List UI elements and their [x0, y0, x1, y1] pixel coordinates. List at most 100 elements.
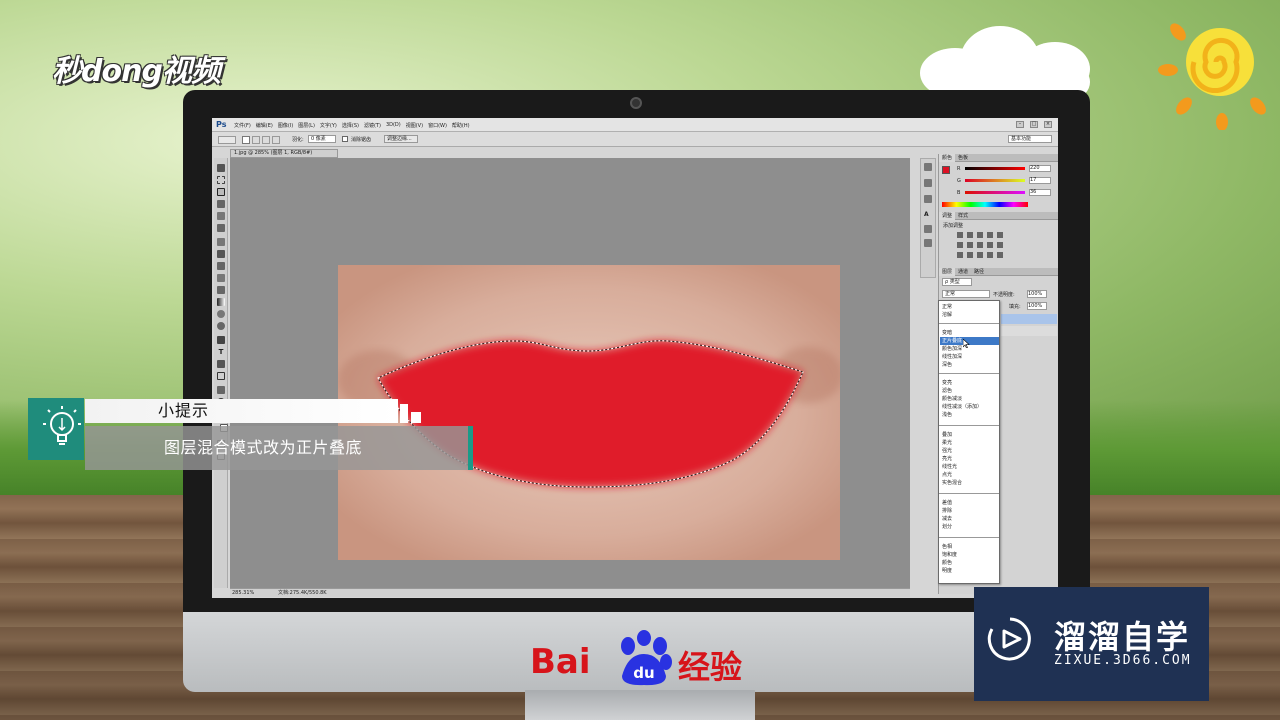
crop-tool-icon[interactable]	[217, 212, 225, 220]
blend-normal[interactable]: 正常	[940, 303, 999, 311]
tab-adjustments[interactable]: 调整	[939, 212, 956, 220]
g-slider[interactable]	[965, 179, 1025, 182]
blend-linear-dodge[interactable]: 线性减淡（添加）	[940, 403, 999, 411]
blend-exclusion[interactable]: 排除	[940, 507, 999, 515]
add-selection-icon[interactable]	[252, 136, 260, 144]
canvas-area[interactable]	[230, 158, 910, 588]
zoom-readout[interactable]: 285.31%	[232, 589, 254, 597]
eraser-tool-icon[interactable]	[217, 286, 225, 294]
tab-layers[interactable]: 图层	[939, 268, 956, 276]
photo-filter-icon[interactable]	[987, 242, 993, 248]
channel-mixer-icon[interactable]	[997, 242, 1003, 248]
color-spectrum-ramp[interactable]	[942, 202, 1028, 207]
blend-soft-light[interactable]: 柔光	[940, 439, 999, 447]
clone-stamp-tool-icon[interactable]	[217, 262, 225, 270]
blend-saturation[interactable]: 饱和度	[940, 551, 999, 559]
path-selection-tool-icon[interactable]	[217, 360, 225, 368]
history-panel-icon[interactable]	[924, 163, 932, 171]
opacity-input[interactable]: 100%	[1027, 290, 1047, 298]
blend-screen[interactable]: 滤色	[940, 387, 999, 395]
exposure-icon[interactable]	[987, 232, 993, 238]
invert-icon[interactable]	[957, 252, 963, 258]
selective-color-icon[interactable]	[997, 252, 1003, 258]
menu-view[interactable]: 视图(V)	[406, 122, 423, 129]
blend-luminosity[interactable]: 明度	[940, 567, 999, 575]
intersect-selection-icon[interactable]	[272, 136, 280, 144]
blend-pin-light[interactable]: 点光	[940, 471, 999, 479]
tool-presets-icon[interactable]	[924, 239, 932, 247]
workspace-select[interactable]: 基本功能	[1008, 135, 1052, 143]
move-tool-icon[interactable]	[217, 164, 225, 172]
menu-3d[interactable]: 3D(D)	[386, 122, 401, 129]
tab-styles[interactable]: 样式	[955, 212, 971, 220]
antialias-checkbox[interactable]	[342, 136, 348, 142]
posterize-icon[interactable]	[967, 252, 973, 258]
blend-lighten[interactable]: 变亮	[940, 379, 999, 387]
character-panel-icon[interactable]: A	[924, 211, 932, 219]
close-button[interactable]: ×	[1044, 121, 1052, 128]
feather-input[interactable]: 0 像素	[308, 135, 336, 143]
doc-size-readout[interactable]: 文档:275.4K/550.8K	[278, 589, 327, 597]
blend-color-dodge[interactable]: 颜色减淡	[940, 395, 999, 403]
black-white-icon[interactable]	[977, 242, 983, 248]
blend-vivid-light[interactable]: 亮光	[940, 455, 999, 463]
menu-select[interactable]: 选择(S)	[342, 122, 359, 129]
blend-darken[interactable]: 变暗	[940, 329, 999, 337]
minimize-button[interactable]: –	[1016, 121, 1024, 128]
gradient-tool-icon[interactable]	[217, 298, 225, 306]
history-brush-tool-icon[interactable]	[217, 274, 225, 282]
dodge-tool-icon[interactable]	[217, 322, 225, 330]
document-tab[interactable]: 1.jpg @ 285% (图层 1, RGB/8#)	[230, 149, 338, 158]
brush-panel-icon[interactable]	[924, 195, 932, 203]
quick-select-tool-icon[interactable]	[217, 200, 225, 208]
blend-hard-mix[interactable]: 实色混合	[940, 479, 999, 487]
blend-dissolve[interactable]: 溶解	[940, 311, 999, 319]
blend-linear-light[interactable]: 线性光	[940, 463, 999, 471]
levels-icon[interactable]	[967, 232, 973, 238]
foreground-swatch[interactable]	[942, 166, 950, 174]
healing-brush-tool-icon[interactable]	[217, 238, 225, 246]
blend-darker-color[interactable]: 深色	[940, 361, 999, 369]
brightness-icon[interactable]	[957, 232, 963, 238]
blend-linear-burn[interactable]: 线性加深	[940, 353, 999, 361]
blend-difference[interactable]: 差值	[940, 499, 999, 507]
shape-tool-icon[interactable]	[217, 372, 225, 380]
menu-type[interactable]: 文字(Y)	[320, 122, 337, 129]
menu-window[interactable]: 窗口(W)	[428, 122, 447, 129]
actions-panel-icon[interactable]	[924, 179, 932, 187]
b-value[interactable]: 36	[1029, 189, 1051, 196]
color-balance-icon[interactable]	[967, 242, 973, 248]
layer-kind-filter[interactable]: ρ 类型	[942, 278, 972, 286]
blend-divide[interactable]: 划分	[940, 523, 999, 531]
r-value[interactable]: 220	[1029, 165, 1051, 172]
b-slider[interactable]	[965, 191, 1025, 194]
g-value[interactable]: 17	[1029, 177, 1051, 184]
tab-swatches[interactable]: 色板	[955, 154, 971, 162]
fill-input[interactable]: 100%	[1027, 302, 1047, 310]
blend-hue[interactable]: 色相	[940, 543, 999, 551]
curves-icon[interactable]	[977, 232, 983, 238]
vibrance-icon[interactable]	[997, 232, 1003, 238]
r-slider[interactable]	[965, 167, 1025, 170]
blend-lighter-color[interactable]: 浅色	[940, 411, 999, 419]
tab-paths[interactable]: 路径	[971, 268, 987, 276]
menu-image[interactable]: 图像(I)	[278, 122, 293, 129]
threshold-icon[interactable]	[977, 252, 983, 258]
blur-tool-icon[interactable]	[217, 310, 225, 318]
lasso-tool-preset-icon[interactable]	[218, 136, 236, 144]
refine-edge-button[interactable]: 调整边缘...	[384, 135, 418, 143]
menu-help[interactable]: 帮助(H)	[452, 122, 470, 129]
lasso-tool-icon[interactable]	[217, 188, 225, 196]
blend-overlay[interactable]: 叠加	[940, 431, 999, 439]
blend-subtract[interactable]: 减去	[940, 515, 999, 523]
eyedropper-tool-icon[interactable]	[217, 224, 225, 232]
blend-color[interactable]: 颜色	[940, 559, 999, 567]
paragraph-panel-icon[interactable]	[924, 225, 932, 233]
menu-file[interactable]: 文件(F)	[234, 122, 251, 129]
menu-filter[interactable]: 滤镜(T)	[364, 122, 381, 129]
pen-tool-icon[interactable]	[217, 336, 225, 344]
tab-color[interactable]: 颜色	[939, 154, 956, 162]
marquee-tool-icon[interactable]	[217, 176, 225, 184]
blend-hard-light[interactable]: 强光	[940, 447, 999, 455]
gradient-map-icon[interactable]	[987, 252, 993, 258]
